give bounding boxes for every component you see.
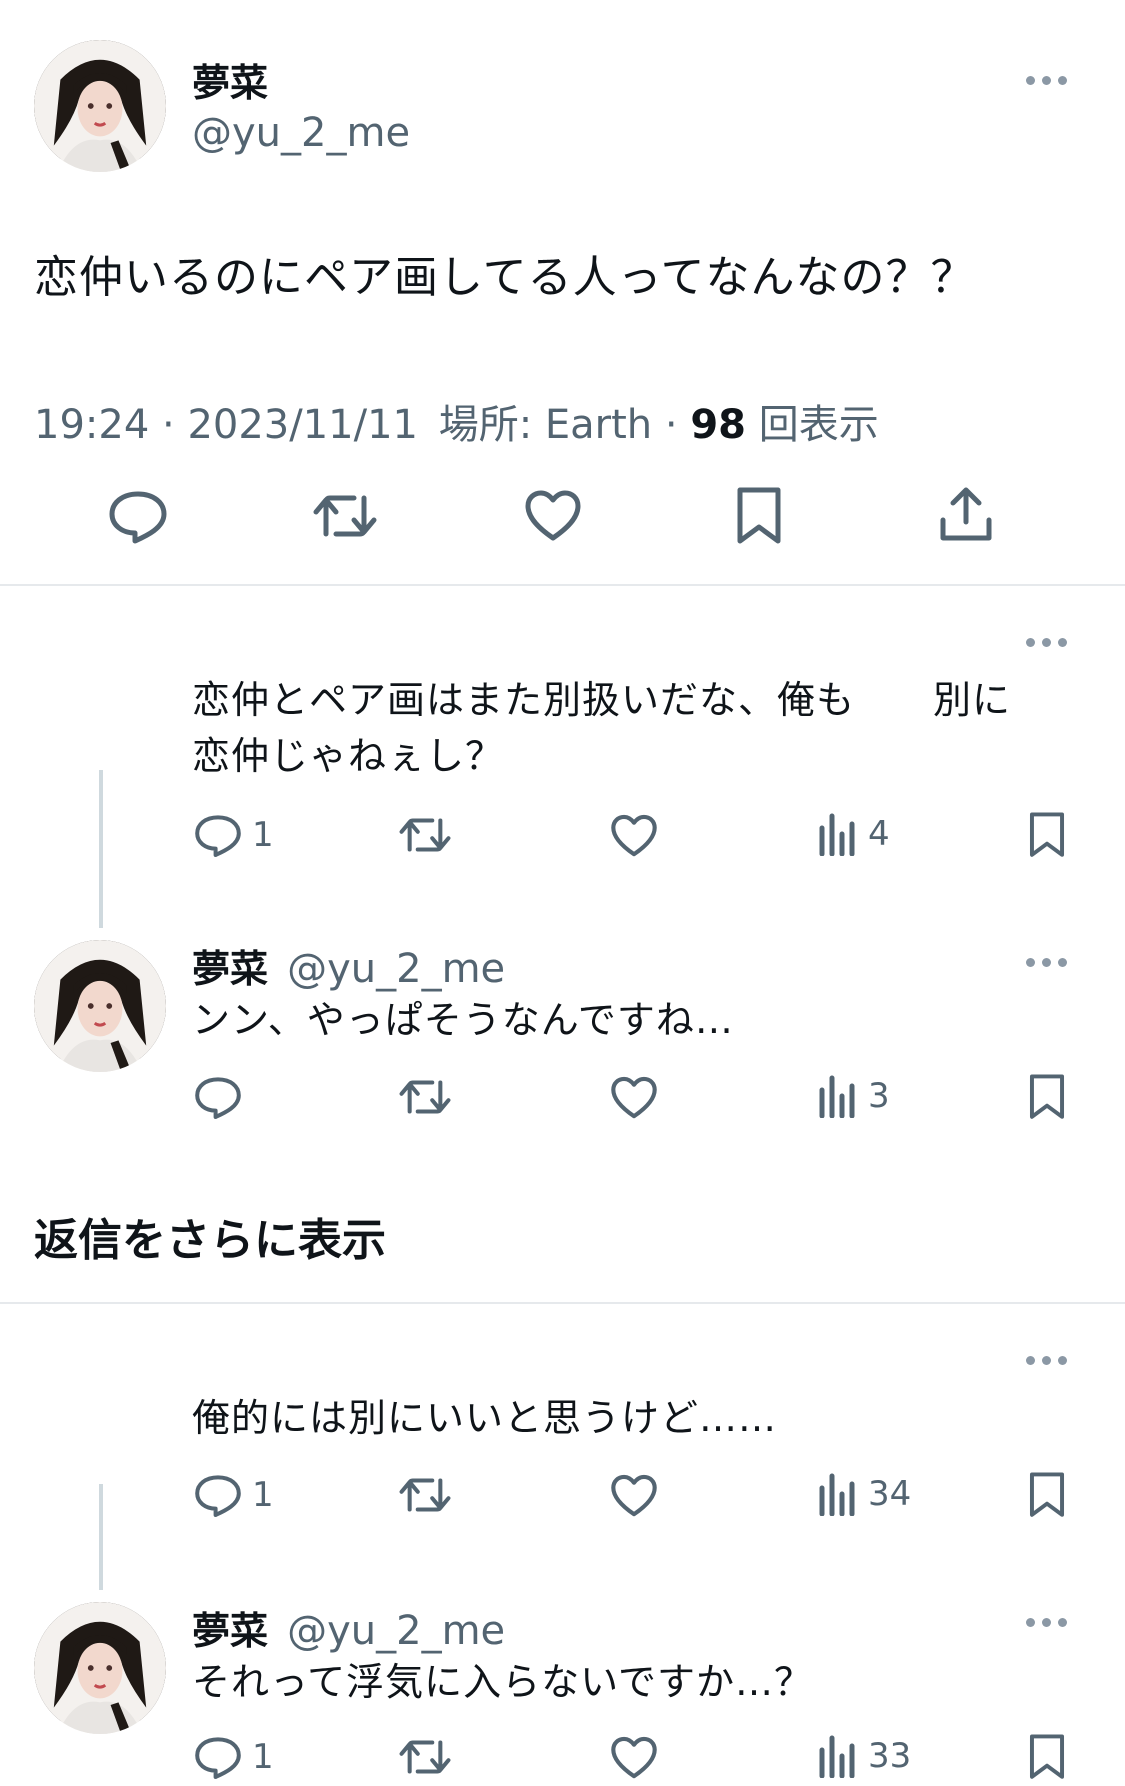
thread-line <box>99 770 103 928</box>
show-more-replies-link[interactable]: 返信をさらに表示 <box>34 1204 386 1268</box>
views-button[interactable]: 33 <box>818 1734 911 1778</box>
views-count: 4 <box>868 814 890 854</box>
bookmark-icon <box>1029 812 1065 857</box>
views-button[interactable]: 34 <box>818 1472 911 1516</box>
analytics-icon <box>819 1075 855 1118</box>
like-icon <box>611 814 657 857</box>
reply-icon <box>195 1475 241 1517</box>
more-options-icon[interactable] <box>1026 74 1070 86</box>
reply-button[interactable]: 1 <box>194 812 274 858</box>
like-button[interactable] <box>524 490 582 542</box>
more-options-icon[interactable] <box>1026 636 1070 648</box>
reply-header: 夢菜 @yu_2_me <box>192 1600 505 1655</box>
share-icon <box>940 487 992 541</box>
retweet-icon <box>399 1080 451 1114</box>
tweet-date[interactable]: 2023/11/11 <box>187 402 418 448</box>
retweet-icon <box>313 495 377 537</box>
bookmark-button[interactable] <box>735 486 783 546</box>
reply-count: 1 <box>252 815 274 855</box>
like-icon <box>611 1076 657 1119</box>
views-count: 34 <box>868 1474 912 1514</box>
divider <box>0 584 1125 586</box>
views-count: 98 <box>690 402 746 448</box>
like-button[interactable] <box>610 1736 658 1780</box>
handle[interactable]: @yu_2_me <box>287 1608 505 1654</box>
reply-text: 俺的には別にいいと思うけど…… <box>192 1396 778 1440</box>
like-button[interactable] <box>610 814 658 858</box>
display-name[interactable]: 夢菜 <box>192 52 268 107</box>
retweet-icon <box>399 1740 451 1774</box>
views-button[interactable]: 4 <box>818 812 890 856</box>
display-name[interactable]: 夢菜 <box>192 947 268 991</box>
tweet-location: 場所: Earth <box>438 402 653 448</box>
more-options-icon[interactable] <box>1026 1354 1070 1366</box>
views-count: 33 <box>868 1736 912 1776</box>
bookmark-button[interactable] <box>1028 810 1066 860</box>
tweet-detail-view: 夢菜 @yu_2_me 恋仲いるのにペア画してる人ってなんなの？？ 19:24 … <box>0 0 1125 1786</box>
retweet-button[interactable] <box>398 1474 452 1516</box>
like-icon <box>611 1736 657 1779</box>
reply-text: ンン、やっぱそうなんですね… <box>192 998 734 1042</box>
bookmark-icon <box>1029 1734 1065 1779</box>
tweet-time[interactable]: 19:24 <box>34 402 149 448</box>
retweet-button[interactable] <box>398 1076 452 1118</box>
reply-button[interactable]: 1 <box>194 1472 274 1518</box>
reply-icon <box>195 815 241 857</box>
thread-line <box>99 1484 103 1590</box>
tweet-meta: 19:24 · 2023/11/11 場所: Earth · 98 回表示 <box>34 392 879 450</box>
analytics-icon <box>819 1735 855 1778</box>
reply-text-line: 恋仲じゃねぇし？ <box>192 734 505 778</box>
handle[interactable]: @yu_2_me <box>192 110 410 156</box>
more-options-icon[interactable] <box>1026 1616 1070 1628</box>
avatar[interactable] <box>34 1602 166 1734</box>
avatar[interactable] <box>34 940 166 1072</box>
bookmark-button[interactable] <box>1028 1732 1066 1782</box>
bookmark-icon <box>737 487 781 544</box>
views-button[interactable]: 3 <box>818 1074 890 1118</box>
display-name[interactable]: 夢菜 <box>192 1609 268 1653</box>
retweet-button[interactable] <box>398 814 452 856</box>
views-label: 回表示 <box>758 402 879 448</box>
analytics-icon <box>819 1473 855 1516</box>
reply-count: 1 <box>252 1737 274 1777</box>
bookmark-button[interactable] <box>1028 1072 1066 1122</box>
more-options-icon[interactable] <box>1026 956 1070 968</box>
analytics-icon <box>819 813 855 856</box>
avatar[interactable] <box>34 40 166 172</box>
retweet-button[interactable] <box>312 490 378 542</box>
reply-text-line: 恋仲とペア画はまた別扱いだな、俺も 別に <box>192 678 1012 722</box>
reply-text: 恋仲とペア画はまた別扱いだな、俺も 別に 恋仲じゃねぇし？ <box>192 672 1092 784</box>
reply-count: 1 <box>252 1475 274 1515</box>
retweet-icon <box>399 818 451 852</box>
reply-icon <box>195 1077 241 1119</box>
like-button[interactable] <box>610 1474 658 1518</box>
separator: · <box>664 402 691 448</box>
like-icon <box>525 490 581 541</box>
retweet-icon <box>399 1478 451 1512</box>
reply-button[interactable] <box>108 488 168 544</box>
like-button[interactable] <box>610 1076 658 1120</box>
reply-text: それって浮気に入らないですか…？ <box>192 1660 813 1704</box>
separator: · <box>162 402 188 448</box>
reply-icon <box>195 1737 241 1779</box>
reply-button[interactable] <box>194 1074 242 1120</box>
reply-button[interactable]: 1 <box>194 1734 274 1780</box>
reply-icon <box>109 491 167 544</box>
handle[interactable]: @yu_2_me <box>287 946 505 992</box>
retweet-button[interactable] <box>398 1736 452 1778</box>
views-count: 3 <box>868 1076 890 1116</box>
bookmark-icon <box>1029 1074 1065 1119</box>
bookmark-button[interactable] <box>1028 1470 1066 1520</box>
tweet-text: 恋仲いるのにペア画してる人ってなんなの？？ <box>34 252 976 303</box>
bookmark-icon <box>1029 1472 1065 1517</box>
share-button[interactable] <box>938 486 994 544</box>
divider <box>0 1302 1125 1304</box>
like-icon <box>611 1474 657 1517</box>
reply-header: 夢菜 @yu_2_me <box>192 938 505 993</box>
